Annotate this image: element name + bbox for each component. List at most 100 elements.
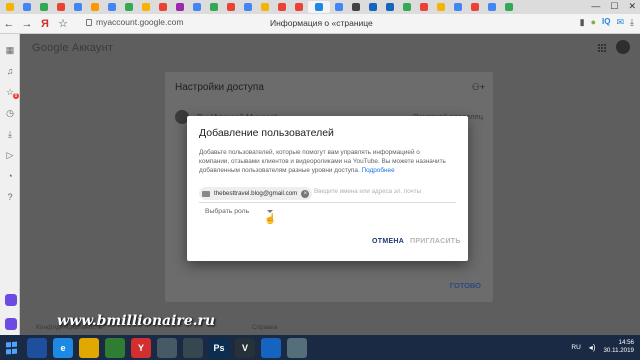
- tab-favicon-icon: [23, 3, 31, 11]
- browser-tab[interactable]: [155, 1, 171, 13]
- taskbar-app-icon[interactable]: Y: [131, 337, 151, 358]
- download-icon[interactable]: ⤓: [4, 128, 16, 140]
- clock[interactable]: 14:56 30.11.2019: [603, 339, 634, 355]
- browser-tab[interactable]: [382, 1, 398, 13]
- taskbar-app-icon[interactable]: [79, 337, 99, 358]
- download-icon[interactable]: ⤓: [630, 17, 634, 28]
- browser-tab[interactable]: [138, 1, 154, 13]
- clock-time: 14:56: [618, 339, 634, 346]
- browser-tab[interactable]: [450, 1, 466, 13]
- dialog-title: Добавление пользователей: [199, 127, 334, 139]
- grid-icon[interactable]: ▦: [4, 44, 16, 56]
- address-bar: ← → Я ☆ myaccount.google.com Информация …: [0, 14, 640, 34]
- play-icon[interactable]: ▷: [4, 149, 16, 161]
- invite-button[interactable]: ПРИГЛАСИТЬ: [410, 238, 461, 245]
- forward-button[interactable]: →: [18, 18, 36, 30]
- yandex-button[interactable]: Я: [36, 18, 54, 30]
- start-button[interactable]: [0, 335, 24, 360]
- tab-favicon-icon: [471, 3, 479, 11]
- account-avatar[interactable]: [616, 40, 630, 54]
- browser-tab[interactable]: [399, 1, 415, 13]
- browser-tab[interactable]: [87, 1, 103, 13]
- role-select-label: Выбрать роль: [205, 208, 250, 215]
- add-people-icon[interactable]: ⚇+: [472, 82, 485, 93]
- tab-favicon-icon: [420, 3, 428, 11]
- browser-tab[interactable]: [189, 1, 205, 13]
- browser-tab[interactable]: [240, 1, 256, 13]
- taskbar-app-icon[interactable]: [261, 337, 281, 358]
- browser-tab[interactable]: [365, 1, 381, 13]
- input-divider: [199, 202, 456, 203]
- browser-tab[interactable]: [433, 1, 449, 13]
- browser-tab[interactable]: [416, 1, 432, 13]
- tab-favicon-icon: [57, 3, 65, 11]
- star-icon[interactable]: ☆: [54, 17, 72, 30]
- language-indicator[interactable]: RU: [571, 344, 580, 351]
- help-link[interactable]: Справка: [252, 324, 278, 331]
- taskbar-app-icon[interactable]: [105, 337, 125, 358]
- tab-favicon-icon: [386, 3, 394, 11]
- close-window-button[interactable]: ✕: [628, 1, 636, 12]
- android-extension-icon[interactable]: ●: [591, 17, 596, 28]
- browser-tab[interactable]: [104, 1, 120, 13]
- back-button[interactable]: ←: [0, 18, 18, 30]
- maximize-button[interactable]: ☐: [610, 1, 618, 12]
- browser-tab[interactable]: [70, 1, 86, 13]
- browser-tab[interactable]: [206, 1, 222, 13]
- browser-tab[interactable]: [2, 1, 18, 13]
- browser-tab[interactable]: [484, 1, 500, 13]
- bell-icon[interactable]: ♫: [4, 65, 16, 77]
- bookmark-icon[interactable]: ▮: [580, 17, 585, 28]
- star-icon[interactable]: ☆: [4, 86, 16, 98]
- google-account-logo: Google Аккаунт: [32, 42, 114, 54]
- taskbar-app-icon[interactable]: V: [235, 337, 255, 358]
- history-icon[interactable]: ◷: [4, 107, 16, 119]
- taskbar-app-icon[interactable]: e: [53, 337, 73, 358]
- access-settings-title: Настройки доступа: [175, 82, 264, 93]
- remove-chip-icon[interactable]: ×: [301, 189, 310, 198]
- apps-grid-icon[interactable]: [598, 44, 606, 52]
- url-field[interactable]: myaccount.google.com: [86, 17, 183, 27]
- browser-tab[interactable]: [172, 1, 188, 13]
- mail-extension-icon[interactable]: ✉: [616, 17, 624, 28]
- taskbar-app-icon[interactable]: [183, 337, 203, 358]
- volume-icon[interactable]: ◂): [589, 343, 596, 352]
- tab-favicon-icon: [335, 3, 343, 11]
- browser-tab[interactable]: [331, 1, 347, 13]
- done-button[interactable]: ГОТОВО: [450, 281, 481, 290]
- browser-tab[interactable]: [348, 1, 364, 13]
- role-select[interactable]: Выбрать роль: [205, 208, 274, 215]
- windows-icon: [6, 341, 18, 354]
- taskbar-app-icon[interactable]: [157, 337, 177, 358]
- browser-tab[interactable]: [291, 1, 307, 13]
- clock-icon[interactable]: ◔: [4, 170, 16, 182]
- browser-tab[interactable]: [274, 1, 290, 13]
- cancel-button[interactable]: ОТМЕНА: [372, 238, 404, 245]
- browser-tab[interactable]: [257, 1, 273, 13]
- email-input[interactable]: [314, 188, 454, 195]
- minimize-button[interactable]: —: [591, 1, 600, 12]
- browser-tab[interactable]: [19, 1, 35, 13]
- browser-tab[interactable]: [467, 1, 483, 13]
- iq-extension-icon[interactable]: IQ: [602, 17, 610, 28]
- tab-favicon-icon: [40, 3, 48, 11]
- taskbar-app-icon[interactable]: [287, 337, 307, 358]
- browser-tab[interactable]: [121, 1, 137, 13]
- tab-favicon-icon: [193, 3, 201, 11]
- learn-more-link[interactable]: Подробнее: [362, 167, 395, 174]
- taskbar-app-icon[interactable]: Ps: [209, 337, 229, 358]
- browser-tab[interactable]: [501, 1, 517, 13]
- taskbar-app-icon[interactable]: [27, 337, 47, 358]
- browser-tab[interactable]: [53, 1, 69, 13]
- assistant-icon[interactable]: [5, 318, 17, 330]
- browser-tab[interactable]: [36, 1, 52, 13]
- mail-icon: [202, 190, 210, 197]
- browser-tab[interactable]: [308, 1, 330, 13]
- alice-icon[interactable]: [5, 294, 17, 306]
- tab-strip: — ☐ ✕: [0, 0, 640, 14]
- chip-email: thebesttravel.blog@gmail.com: [214, 190, 298, 197]
- browser-tab[interactable]: [223, 1, 239, 13]
- help-icon[interactable]: ?: [4, 191, 16, 203]
- page-info-title: Информация о «странице: [270, 18, 373, 28]
- chevron-down-icon: [267, 210, 274, 213]
